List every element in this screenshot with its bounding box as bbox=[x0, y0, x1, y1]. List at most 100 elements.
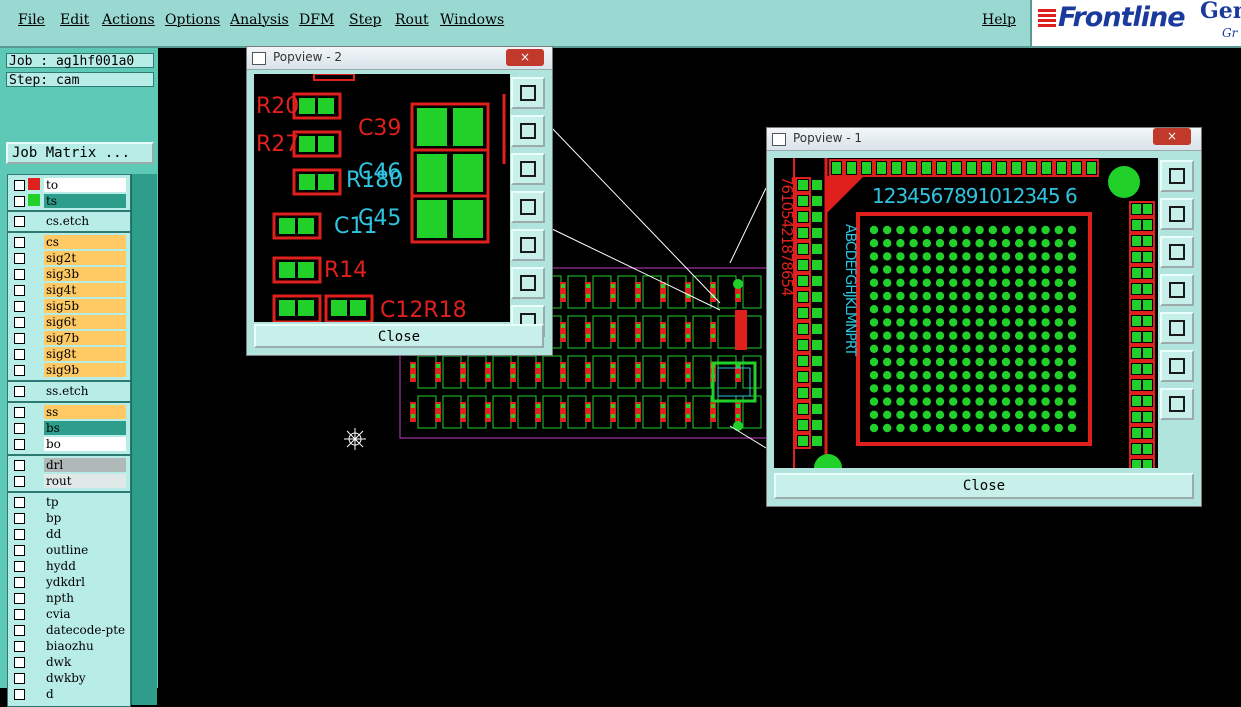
layer-name-ts[interactable]: ts bbox=[44, 194, 126, 208]
popview-1-tool-pan-right[interactable] bbox=[1160, 312, 1194, 344]
menu-step[interactable]: Step bbox=[349, 12, 381, 28]
popview-2-tool-pan-left[interactable] bbox=[511, 191, 545, 223]
layer-checkbox-hydd[interactable] bbox=[14, 561, 25, 572]
layer-checkbox-bo[interactable] bbox=[14, 439, 25, 450]
menu-windows[interactable]: Windows bbox=[440, 12, 504, 28]
layer-checkbox-cvia[interactable] bbox=[14, 609, 25, 620]
layer-name-bo[interactable]: bo bbox=[44, 437, 126, 451]
layer-name-cvia[interactable]: cvia bbox=[44, 607, 126, 621]
job-matrix-button[interactable]: Job Matrix ... bbox=[6, 142, 154, 164]
layer-name-ss.etch[interactable]: ss.etch bbox=[44, 384, 126, 398]
popview-2-title: Popview - 2 bbox=[273, 50, 342, 64]
layer-name-tp[interactable]: tp bbox=[44, 495, 126, 509]
layer-checkbox-dwkby[interactable] bbox=[14, 673, 25, 684]
layer-checkbox-ts[interactable] bbox=[14, 196, 25, 207]
popview-1-tool-zoom-in[interactable] bbox=[1160, 350, 1194, 382]
layer-checkbox-datecode-pte[interactable] bbox=[14, 625, 25, 636]
layer-checkbox-sig3b[interactable] bbox=[14, 269, 25, 280]
layer-group-divider bbox=[8, 210, 130, 212]
popview-2-tool-pan-right[interactable] bbox=[511, 229, 545, 261]
layer-name-sig8t[interactable]: sig8t bbox=[44, 347, 126, 361]
popview-2-close-x-button[interactable]: × bbox=[506, 49, 544, 66]
menu-file[interactable]: File bbox=[18, 12, 45, 28]
layer-name-bp[interactable]: bp bbox=[44, 511, 126, 525]
popview-2-canvas[interactable]: R20 R27 C39 C46 R180 C11 C45 R14 C12R18 bbox=[254, 74, 510, 322]
popview-2-tool-pan-down[interactable] bbox=[511, 153, 545, 185]
layer-checkbox-outline[interactable] bbox=[14, 545, 25, 556]
layer-name-ydkdrl[interactable]: ydkdrl bbox=[44, 575, 126, 589]
layer-name-d[interactable]: d bbox=[44, 687, 126, 701]
layer-name-sig7b[interactable]: sig7b bbox=[44, 331, 126, 345]
layer-name-sig5b[interactable]: sig5b bbox=[44, 299, 126, 313]
layer-checkbox-sig5b[interactable] bbox=[14, 301, 25, 312]
layer-checkbox-tp[interactable] bbox=[14, 497, 25, 508]
layer-checkbox-rout[interactable] bbox=[14, 476, 25, 487]
layer-name-npth[interactable]: npth bbox=[44, 591, 126, 605]
layer-checkbox-ss.etch[interactable] bbox=[14, 386, 25, 397]
layer-checkbox-biaozhu[interactable] bbox=[14, 641, 25, 652]
popview-1-close-button[interactable]: Close bbox=[774, 473, 1194, 499]
layer-name-rout[interactable]: rout bbox=[44, 474, 126, 488]
popview-2-tool-pan-up[interactable] bbox=[511, 115, 545, 147]
popview-1-tool-pan-up[interactable] bbox=[1160, 198, 1194, 230]
layer-name-hydd[interactable]: hydd bbox=[44, 559, 126, 573]
menu-analysis[interactable]: Analysis bbox=[230, 12, 289, 28]
layer-checkbox-cs[interactable] bbox=[14, 237, 25, 248]
layer-name-cs.etch[interactable]: cs.etch bbox=[44, 214, 126, 228]
layer-checkbox-ydkdrl[interactable] bbox=[14, 577, 25, 588]
menu-options[interactable]: Options bbox=[165, 12, 220, 28]
menu-help[interactable]: Help bbox=[982, 12, 1016, 28]
popview-2-close-button[interactable]: Close bbox=[254, 324, 544, 348]
layer-list-scrollbar[interactable] bbox=[131, 174, 157, 705]
layer-name-drl[interactable]: drl bbox=[44, 458, 126, 472]
layer-name-bs[interactable]: bs bbox=[44, 421, 126, 435]
layer-group-divider bbox=[8, 380, 130, 382]
menu-actions[interactable]: Actions bbox=[102, 12, 155, 28]
layer-name-dd[interactable]: dd bbox=[44, 527, 126, 541]
layer-name-sig3b[interactable]: sig3b bbox=[44, 267, 126, 281]
popview-1-titlebar[interactable]: Popview - 1 × bbox=[767, 128, 1201, 151]
layer-name-to[interactable]: to bbox=[44, 178, 126, 192]
menu-dfm[interactable]: DFM bbox=[299, 12, 334, 28]
layer-name-dwk[interactable]: dwk bbox=[44, 655, 126, 669]
layer-checkbox-bs[interactable] bbox=[14, 423, 25, 434]
bga-column-numbers: 1234567891012345 6 bbox=[872, 184, 1078, 208]
layer-name-dwkby[interactable]: dwkby bbox=[44, 671, 126, 685]
layer-checkbox-sig8t[interactable] bbox=[14, 349, 25, 360]
layer-checkbox-d[interactable] bbox=[14, 689, 25, 700]
layer-checkbox-sig4t[interactable] bbox=[14, 285, 25, 296]
layer-name-biaozhu[interactable]: biaozhu bbox=[44, 639, 126, 653]
layer-checkbox-npth[interactable] bbox=[14, 593, 25, 604]
layer-name-cs[interactable]: cs bbox=[44, 235, 126, 249]
layer-name-sig2t[interactable]: sig2t bbox=[44, 251, 126, 265]
popview-1-tool-pan-down[interactable] bbox=[1160, 236, 1194, 268]
popview-1-close-x-button[interactable]: × bbox=[1153, 128, 1191, 145]
layer-checkbox-dd[interactable] bbox=[14, 529, 25, 540]
layer-checkbox-dwk[interactable] bbox=[14, 657, 25, 668]
popview-1-canvas[interactable]: 1234567891012345 6 ABCDEFGHJKLMNPRT 7610… bbox=[774, 158, 1158, 468]
layer-name-sig9b[interactable]: sig9b bbox=[44, 363, 126, 377]
popview-1-tool-home[interactable] bbox=[1160, 160, 1194, 192]
layer-checkbox-drl[interactable] bbox=[14, 460, 25, 471]
popview-1-tool-pan-left[interactable] bbox=[1160, 274, 1194, 306]
popview-2-tool-home[interactable] bbox=[511, 77, 545, 109]
layer-name-ss[interactable]: ss bbox=[44, 405, 126, 419]
menu-edit[interactable]: Edit bbox=[60, 12, 89, 28]
layer-name-datecode-pte[interactable]: datecode-pte bbox=[44, 623, 126, 637]
popview-1-tool-zoom-out[interactable] bbox=[1160, 388, 1194, 420]
popview-2-toolbar bbox=[511, 77, 547, 343]
layer-checkbox-sig2t[interactable] bbox=[14, 253, 25, 264]
menu-rout[interactable]: Rout bbox=[395, 12, 429, 28]
popview-2-tool-zoom-in[interactable] bbox=[511, 267, 545, 299]
layer-checkbox-sig9b[interactable] bbox=[14, 365, 25, 376]
layer-checkbox-sig6t[interactable] bbox=[14, 317, 25, 328]
layer-checkbox-bp[interactable] bbox=[14, 513, 25, 524]
layer-name-outline[interactable]: outline bbox=[44, 543, 126, 557]
layer-name-sig6t[interactable]: sig6t bbox=[44, 315, 126, 329]
layer-checkbox-sig7b[interactable] bbox=[14, 333, 25, 344]
layer-checkbox-cs.etch[interactable] bbox=[14, 216, 25, 227]
popview-2-titlebar[interactable]: Popview - 2 × bbox=[247, 47, 552, 70]
layer-checkbox-to[interactable] bbox=[14, 180, 25, 191]
layer-checkbox-ss[interactable] bbox=[14, 407, 25, 418]
layer-name-sig4t[interactable]: sig4t bbox=[44, 283, 126, 297]
